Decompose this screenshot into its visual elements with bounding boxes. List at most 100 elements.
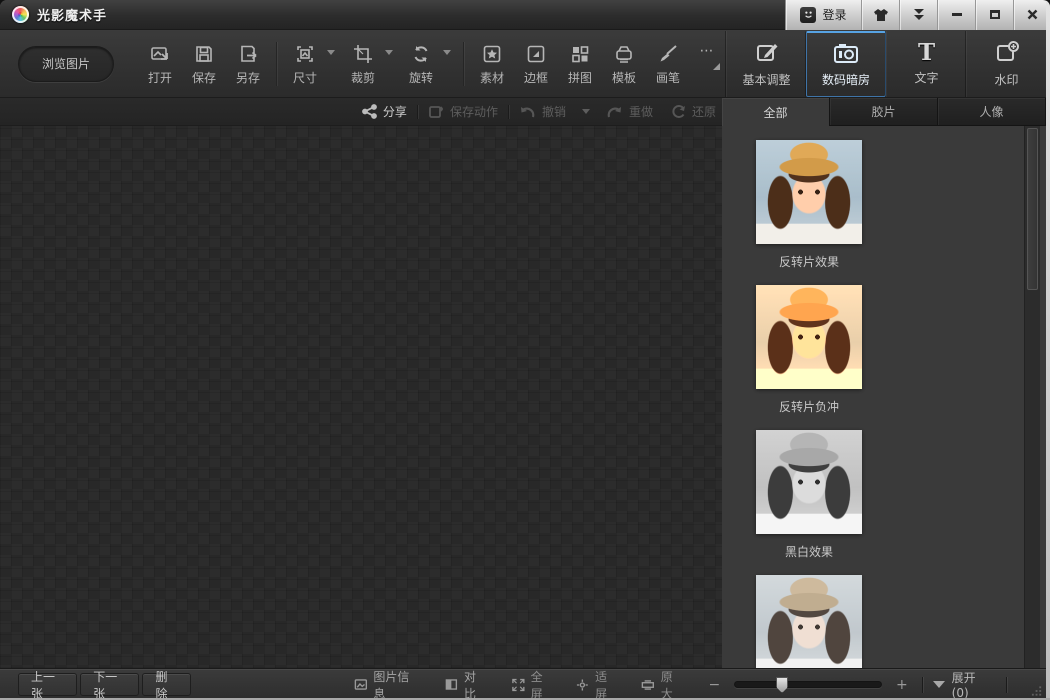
separator xyxy=(508,105,509,119)
filter-item[interactable]: 黑白效果 xyxy=(756,430,862,558)
login-button[interactable]: 登录 xyxy=(786,0,862,30)
minimize-icon xyxy=(952,13,962,16)
share-label: 分享 xyxy=(383,103,407,120)
toolbar-separator xyxy=(276,42,277,86)
bottom-bar: 上一张 下一张 删除 图片信息 对比 全屏 适屏 原大 − + xyxy=(0,668,1050,700)
more-tools-button[interactable]: ⋯ xyxy=(690,41,724,70)
resize-grip[interactable] xyxy=(1031,685,1042,697)
zoom-out-button[interactable]: − xyxy=(705,677,725,693)
undo-history-dropdown[interactable] xyxy=(582,109,590,114)
filter-item[interactable]: 反转片效果 xyxy=(756,140,862,268)
main-menu-button[interactable] xyxy=(900,0,938,30)
redo-icon xyxy=(606,105,623,119)
resize-button[interactable]: 尺寸 xyxy=(283,41,327,86)
category-tab-portrait[interactable]: 人像 xyxy=(938,98,1046,126)
save-as-icon xyxy=(238,43,258,65)
image-info-button[interactable]: 图片信息 xyxy=(354,668,418,700)
chevron-down-icon xyxy=(385,50,393,74)
redo-button: 重做 xyxy=(606,103,653,120)
rotate-icon xyxy=(411,43,431,65)
window-frame-right xyxy=(1046,0,1050,700)
original-size-button[interactable]: 原大 xyxy=(641,668,683,700)
zoom-slider-thumb[interactable] xyxy=(776,677,788,693)
restore-label: 还原 xyxy=(692,103,716,120)
border-label: 边框 xyxy=(524,69,548,86)
tab-digital-darkroom[interactable]: 数码暗房 xyxy=(806,31,886,97)
panel-scrollbar[interactable] xyxy=(1024,126,1040,668)
brush-icon xyxy=(658,43,678,65)
save-as-button[interactable]: 另存 xyxy=(226,41,270,86)
filter-thumbnail[interactable] xyxy=(756,140,862,244)
border-button[interactable]: 边框 xyxy=(514,41,558,86)
tab-label: 文字 xyxy=(914,69,938,86)
open-button[interactable]: 打开 xyxy=(138,41,182,86)
filter-label: 反转片负冲 xyxy=(779,398,839,413)
more-dots-icon: ⋯ xyxy=(700,47,715,55)
tab-label: 水印 xyxy=(994,71,1018,88)
material-star-icon xyxy=(482,43,502,65)
filter-item[interactable]: 反转片负冲 xyxy=(756,285,862,413)
watermark-icon xyxy=(994,40,1020,66)
tab-text[interactable]: T 文字 xyxy=(886,31,966,97)
share-icon xyxy=(362,104,377,119)
image-info-icon xyxy=(354,678,368,691)
rotate-dropdown[interactable] xyxy=(443,41,457,74)
scrollbar-thumb[interactable] xyxy=(1027,128,1038,290)
crop-dropdown[interactable] xyxy=(385,41,399,74)
filter-thumbnail[interactable] xyxy=(756,285,862,389)
share-button[interactable]: 分享 xyxy=(362,103,407,120)
restore-button: 还原 xyxy=(671,103,716,120)
maximize-button[interactable] xyxy=(976,0,1014,30)
toolbar-separator xyxy=(463,42,464,86)
filter-label: 黑白效果 xyxy=(785,543,833,558)
template-icon xyxy=(614,43,634,65)
window-title: 光影魔术手 xyxy=(37,5,107,24)
filter-thumbnail[interactable] xyxy=(756,430,862,534)
expand-tray-button[interactable]: 展开(0) xyxy=(933,669,988,700)
open-label: 打开 xyxy=(148,69,172,86)
fit-screen-button[interactable]: 适屏 xyxy=(576,668,617,700)
rotate-button[interactable]: 旋转 xyxy=(399,41,443,86)
save-button[interactable]: 保存 xyxy=(182,41,226,86)
minimize-button[interactable] xyxy=(938,0,976,30)
browse-images-button[interactable]: 浏览图片 xyxy=(18,46,114,82)
template-label: 模板 xyxy=(612,69,636,86)
titlebar-left: 光影魔术手 xyxy=(0,5,107,24)
crop-button[interactable]: 裁剪 xyxy=(341,41,385,86)
redo-label: 重做 xyxy=(629,103,653,120)
fullscreen-button[interactable]: 全屏 xyxy=(512,668,553,700)
compare-button[interactable]: 对比 xyxy=(445,668,486,700)
prev-image-button[interactable]: 上一张 xyxy=(18,673,77,696)
expand-label: 展开(0) xyxy=(952,669,988,700)
tab-watermark[interactable]: 水印 xyxy=(966,31,1046,97)
brush-button[interactable]: 画笔 xyxy=(646,41,690,86)
crop-icon xyxy=(353,43,373,65)
transform-tool-group: 尺寸 裁剪 旋转 xyxy=(283,41,457,86)
open-image-icon xyxy=(150,43,170,65)
zoom-in-button[interactable]: + xyxy=(892,677,912,693)
filter-item[interactable]: 负片效果 xyxy=(756,575,862,668)
next-image-button[interactable]: 下一张 xyxy=(80,673,139,696)
filter-thumbnail[interactable] xyxy=(756,575,862,668)
image-canvas[interactable] xyxy=(0,126,722,668)
zoom-slider[interactable] xyxy=(734,681,882,688)
save-action-label: 保存动作 xyxy=(450,103,498,120)
collage-label: 拼图 xyxy=(568,69,592,86)
template-button[interactable]: 模板 xyxy=(602,41,646,86)
original-size-icon xyxy=(641,679,655,691)
login-label: 登录 xyxy=(822,6,846,23)
category-tab-film[interactable]: 胶片 xyxy=(830,98,938,126)
decor-tool-group: 素材 边框 拼图 模板 xyxy=(470,41,724,86)
chevron-down-icon xyxy=(327,50,335,74)
category-tab-all[interactable]: 全部 xyxy=(722,98,830,126)
skin-button[interactable] xyxy=(862,0,900,30)
collage-button[interactable]: 拼图 xyxy=(558,41,602,86)
delete-image-button[interactable]: 删除 xyxy=(142,673,190,696)
tab-basic-adjust[interactable]: 基本调整 xyxy=(726,31,806,97)
material-button[interactable]: 素材 xyxy=(470,41,514,86)
resize-dropdown[interactable] xyxy=(327,41,341,74)
camera-darkroom-icon xyxy=(832,42,860,66)
titlebar: 光影魔术手 登录 xyxy=(0,0,1050,30)
close-button[interactable] xyxy=(1014,0,1050,30)
material-label: 素材 xyxy=(480,69,504,86)
